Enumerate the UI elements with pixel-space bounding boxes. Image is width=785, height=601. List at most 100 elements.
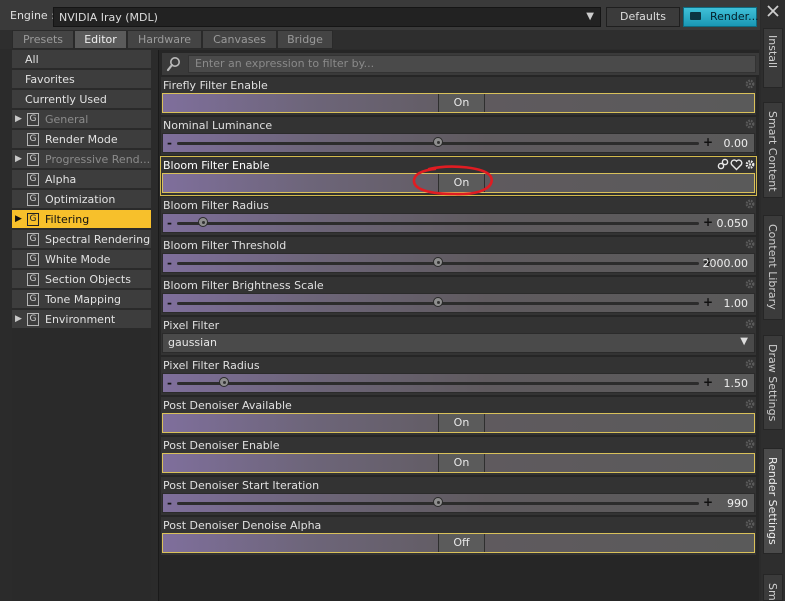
sidebar-item-optimization[interactable]: G Optimization xyxy=(12,190,151,209)
engine-select[interactable]: NVIDIA Iray (MDL) ▼ xyxy=(53,7,601,27)
sidebar-item-general[interactable]: ▶ G General xyxy=(12,110,151,129)
gear-icon[interactable] xyxy=(744,398,756,410)
decrement-button[interactable]: - xyxy=(167,496,172,510)
toggle-field[interactable]: On xyxy=(162,93,755,113)
sidebar-item-progressive-rend[interactable]: ▶ G Progressive Rend... xyxy=(12,150,151,169)
gear-icon[interactable] xyxy=(744,158,756,171)
slider-track[interactable] xyxy=(177,222,699,225)
slider-field[interactable]: - +2000.00 xyxy=(162,253,755,273)
expand-arrow-icon[interactable]: ▶ xyxy=(15,314,22,324)
slider-value[interactable]: 2000.00 xyxy=(703,257,749,270)
slider-value[interactable]: 0.00 xyxy=(724,137,749,150)
toggle-field[interactable]: Off xyxy=(162,533,755,553)
property-group-icon: G xyxy=(27,293,39,306)
sidebar-item-section-objects[interactable]: G Section Objects xyxy=(12,270,151,289)
gear-icon[interactable] xyxy=(744,478,756,490)
sidebar-item-label: General xyxy=(45,113,89,126)
increment-button[interactable]: + xyxy=(703,215,713,229)
sidebar-item-environment[interactable]: ▶ G Environment xyxy=(12,310,151,329)
tab-editor[interactable]: Editor xyxy=(74,30,127,49)
property-label: Firefly Filter Enable xyxy=(163,79,268,92)
gear-icon[interactable] xyxy=(744,238,756,250)
slider-thumb[interactable] xyxy=(433,257,443,267)
gear-icon[interactable] xyxy=(744,198,756,210)
tab-bridge[interactable]: Bridge xyxy=(277,30,333,49)
expand-arrow-icon[interactable]: ▶ xyxy=(15,214,22,224)
toggle-button[interactable]: Off xyxy=(438,534,485,552)
sidebar-item-white-mode[interactable]: G White Mode xyxy=(12,250,151,269)
gear-icon[interactable] xyxy=(744,278,756,290)
slider-thumb[interactable] xyxy=(198,217,209,227)
decrement-button[interactable]: - xyxy=(167,376,172,390)
toggle-button[interactable]: On xyxy=(438,94,485,112)
gear-icon[interactable] xyxy=(744,118,756,130)
slider-field[interactable]: - +990 xyxy=(162,493,755,513)
tab-canvases[interactable]: Canvases xyxy=(202,30,277,49)
slider-track[interactable] xyxy=(177,382,699,385)
slider-field[interactable]: - +0.00 xyxy=(162,133,755,153)
editor-tabs: Presets Editor Hardware Canvases Bridge xyxy=(0,30,760,49)
render-button[interactable]: Render... xyxy=(683,7,759,27)
close-icon[interactable] xyxy=(765,3,781,19)
tab-smart-2[interactable]: Sm xyxy=(763,574,783,601)
slider-value[interactable]: 0.050 xyxy=(717,217,749,230)
tab-smart-content[interactable]: Smart Content xyxy=(763,102,783,198)
property-row-post-denoiser-denoise-alpha: Post Denoiser Denoise Alpha Off xyxy=(161,517,756,555)
sidebar-item-tone-mapping[interactable]: G Tone Mapping xyxy=(12,290,151,309)
slider-value[interactable]: 990 xyxy=(727,497,748,510)
decrement-button[interactable]: - xyxy=(167,136,172,150)
property-label: Bloom Filter Brightness Scale xyxy=(163,279,324,292)
toggle-button[interactable]: On xyxy=(438,454,485,472)
increment-button[interactable]: + xyxy=(703,295,713,309)
toggle-button[interactable]: On xyxy=(438,414,485,432)
slider-thumb[interactable] xyxy=(433,497,443,507)
tab-content-library[interactable]: Content Library xyxy=(763,215,783,320)
sidebar-item-label: Spectral Rendering xyxy=(45,233,151,246)
sidebar-item-alpha[interactable]: G Alpha xyxy=(12,170,151,189)
decrement-button[interactable]: - xyxy=(167,296,172,310)
slider-field[interactable]: - +1.50 xyxy=(162,373,755,393)
gear-icon[interactable] xyxy=(744,318,756,330)
expand-arrow-icon[interactable]: ▶ xyxy=(15,154,22,164)
sidebar-item-all[interactable]: All xyxy=(12,50,151,69)
tab-hardware[interactable]: Hardware xyxy=(127,30,202,49)
gear-icon[interactable] xyxy=(744,518,756,530)
decrement-button[interactable]: - xyxy=(167,216,172,230)
tab-render-settings[interactable]: Render Settings xyxy=(763,448,783,554)
slider-value[interactable]: 1.50 xyxy=(724,377,749,390)
heart-icon[interactable] xyxy=(730,158,743,171)
property-label: Post Denoiser Enable xyxy=(163,439,280,452)
search-icon[interactable] xyxy=(166,56,182,72)
increment-button[interactable]: + xyxy=(703,495,713,509)
engine-toolbar: Engine : NVIDIA Iray (MDL) ▼ Defaults Re… xyxy=(0,0,760,30)
slider-field[interactable]: - +1.00 xyxy=(162,293,755,313)
slider-field[interactable]: - +0.050 xyxy=(162,213,755,233)
toggle-field[interactable]: On xyxy=(162,453,755,473)
sidebar-item-currently-used[interactable]: Currently Used xyxy=(12,90,151,109)
slider-thumb[interactable] xyxy=(433,137,443,147)
slider-value[interactable]: 1.00 xyxy=(724,297,749,310)
increment-button[interactable]: + xyxy=(703,135,713,149)
slider-thumb[interactable] xyxy=(433,297,443,307)
expand-arrow-icon[interactable]: ▶ xyxy=(15,114,22,124)
gear-icon[interactable] xyxy=(744,358,756,370)
sidebar-item-spectral-rendering[interactable]: G Spectral Rendering xyxy=(12,230,151,249)
property-group-icon: G xyxy=(27,273,39,286)
tab-draw-settings[interactable]: Draw Settings xyxy=(763,335,783,430)
link-icon[interactable] xyxy=(717,158,729,171)
gear-icon[interactable] xyxy=(744,438,756,450)
tab-install[interactable]: Install xyxy=(763,28,783,88)
sidebar-item-filtering[interactable]: ▶ G Filtering xyxy=(12,210,151,229)
toggle-field[interactable]: On xyxy=(162,413,755,433)
sidebar-item-render-mode[interactable]: G Render Mode xyxy=(12,130,151,149)
sidebar-item-favorites[interactable]: Favorites xyxy=(12,70,151,89)
filter-input[interactable]: Enter an expression to filter by... xyxy=(188,55,756,73)
sidebar-item-label: Alpha xyxy=(45,173,77,186)
defaults-button[interactable]: Defaults xyxy=(606,7,680,27)
gear-icon[interactable] xyxy=(744,78,756,90)
pixel-filter-select[interactable]: gaussian ▼ xyxy=(162,333,755,353)
decrement-button[interactable]: - xyxy=(167,256,172,270)
tab-presets[interactable]: Presets xyxy=(12,30,74,49)
slider-thumb[interactable] xyxy=(218,377,229,387)
increment-button[interactable]: + xyxy=(703,375,713,389)
